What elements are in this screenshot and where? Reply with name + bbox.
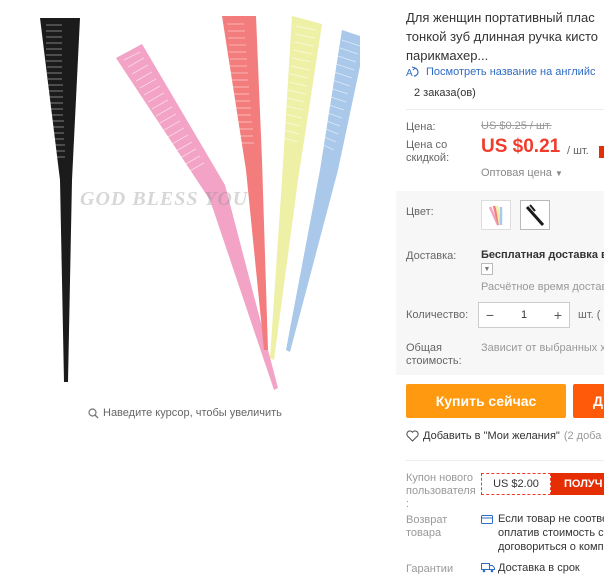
- new-user-coupon-label: Купон нового пользователя :: [406, 472, 476, 511]
- total-value: Зависит от выбранных х: [481, 342, 604, 354]
- product-title: Для женщин портативный плас тонкой зуб д…: [406, 8, 604, 65]
- price-label: Цена:: [406, 121, 436, 133]
- svg-text:A: A: [406, 68, 413, 78]
- quantity-increase-button[interactable]: +: [547, 303, 569, 327]
- shipping-options-dropdown[interactable]: ▼: [481, 263, 493, 275]
- product-info-panel: Для женщин портативный плас тонкой зуб д…: [396, 0, 604, 574]
- total-label-line: Общая: [406, 342, 442, 354]
- zoom-hint: Наведите курсор, чтобы увеличить: [88, 407, 282, 419]
- color-swatch-multicolor[interactable]: [481, 200, 511, 230]
- coupon-label-line: Купон нового: [406, 472, 474, 484]
- multicolor-combs-icon: [488, 205, 503, 226]
- product-title-line: парикмахер...: [406, 48, 489, 63]
- quantity-input[interactable]: 1: [501, 309, 547, 321]
- translate-icon: A: [406, 66, 419, 78]
- delivery-truck-icon: [481, 563, 495, 573]
- quantity-stepper: − 1 +: [478, 302, 570, 328]
- get-coupon-button[interactable]: ПОЛУЧ: [551, 473, 604, 495]
- coupon-value: US $2.00: [481, 473, 551, 495]
- translate-title-link[interactable]: A Посмотреть название на английс: [406, 66, 595, 78]
- wholesale-label: Оптовая цена: [481, 167, 552, 179]
- discount-badge: [599, 146, 604, 158]
- translate-link-label: Посмотреть название на английс: [426, 66, 596, 78]
- divider: [406, 109, 604, 110]
- returns-label: Возврат товара: [406, 514, 447, 540]
- shipping-value: Бесплатная доставка в: [481, 249, 604, 261]
- delivery-time: Расчётное время доставк: [481, 281, 604, 293]
- magnifier-icon: [88, 407, 99, 418]
- black-comb: [40, 18, 80, 382]
- heart-icon: [406, 430, 419, 442]
- returns-text-line: оплатив стоимость с: [498, 527, 604, 539]
- total-label: Общая стоимость:: [406, 342, 462, 368]
- original-price: US $0.25 / шт.: [481, 120, 552, 132]
- color-label: Цвет:: [406, 206, 434, 218]
- image-watermark: GOD BLESS YOU: [80, 188, 249, 210]
- add-to-wishlist-link[interactable]: Добавить в "Мои желания" (2 доба: [406, 430, 601, 442]
- coupon-label-line: :: [406, 498, 410, 510]
- chevron-down-icon: ▼: [483, 265, 491, 273]
- returns-text-line: договориться о комп: [498, 541, 604, 553]
- quantity-label: Количество:: [406, 309, 469, 321]
- return-policy-icon: [481, 515, 493, 524]
- returns-label-line: товара: [406, 527, 442, 539]
- total-label-line: стоимость:: [406, 355, 462, 367]
- returns-label-line: Возврат: [406, 514, 448, 526]
- product-title-line: тонкой зуб длинная ручка кисто: [406, 29, 599, 44]
- guarantee-text: Доставка в срок: [498, 562, 580, 574]
- caret-down-icon: ▼: [554, 169, 563, 178]
- black-comb-icon: [525, 204, 545, 226]
- wishlist-label: Добавить в "Мои желания": [423, 430, 560, 442]
- discount-label-line: скидкой:: [406, 152, 450, 164]
- coupon-label-line: пользователя: [406, 485, 476, 497]
- returns-text: Если товар не соотве оплатив стоимость с…: [498, 512, 604, 554]
- quantity-unit: шт. (: [578, 309, 601, 321]
- discount-price-label: Цена со скидкой:: [406, 139, 449, 165]
- guarantee-label: Гарантии: [406, 563, 454, 574]
- price-unit: / шт.: [567, 145, 589, 157]
- shipping-label: Доставка:: [406, 250, 457, 262]
- zoom-hint-text: Наведите курсор, чтобы увеличить: [103, 407, 282, 419]
- wholesale-price-toggle[interactable]: Оптовая цена ▼: [481, 167, 563, 179]
- quantity-decrease-button[interactable]: −: [479, 303, 501, 327]
- color-swatch-black[interactable]: [520, 200, 550, 230]
- discount-price: US $0.21: [481, 136, 561, 157]
- add-to-cart-button[interactable]: Д: [573, 384, 604, 418]
- divider: [406, 460, 604, 461]
- returns-text-line: Если товар не соотве: [498, 513, 604, 525]
- product-title-line: Для женщин портативный плас: [406, 10, 595, 25]
- orders-count: 2 заказа(ов): [414, 87, 476, 99]
- discount-label-line: Цена со: [406, 139, 448, 151]
- wishlist-count: (2 доба: [563, 430, 602, 442]
- product-gallery: GOD BLESS YOU Наведите курсор, чтобы уве…: [0, 0, 384, 574]
- buy-now-button[interactable]: Купить сейчас: [406, 384, 566, 418]
